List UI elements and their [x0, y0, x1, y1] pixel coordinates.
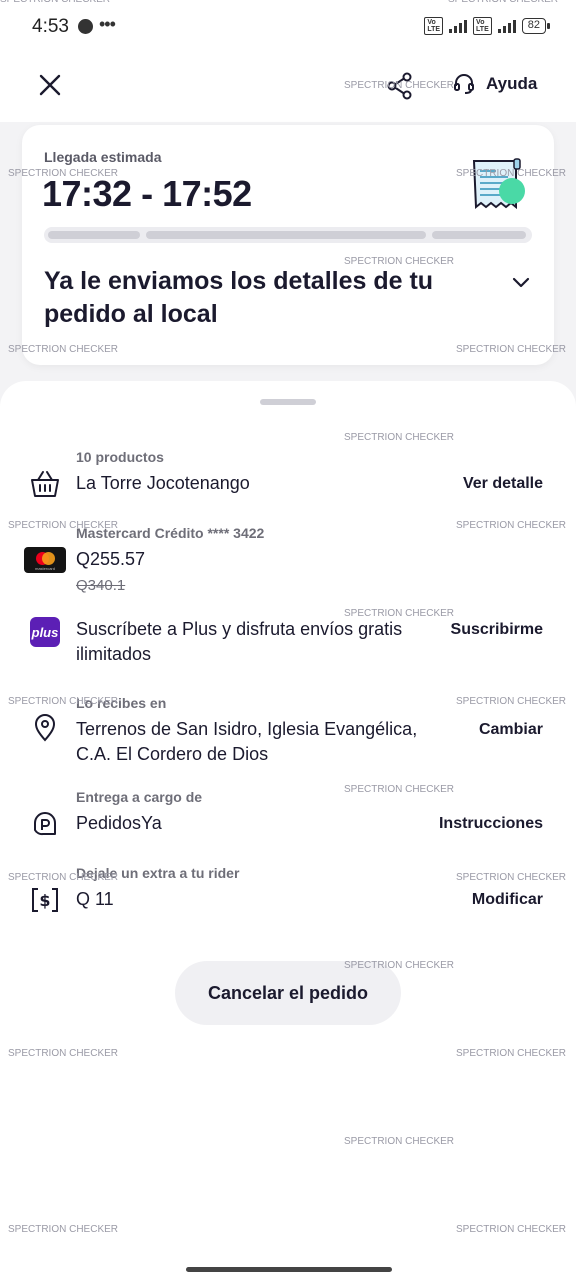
watermark: SPECTRION CHECKER [8, 520, 119, 531]
watermark: SPECTRION CHECKER [0, 0, 110, 5]
order-status-message: Ya le enviamos los detalles de tu pedido… [44, 267, 434, 328]
status-time: 4:53 [32, 16, 69, 37]
delivery-caption: Entrega a cargo de [76, 789, 203, 805]
messenger-icon [78, 19, 93, 34]
restaurant-name: La Torre Jocotenango [76, 473, 250, 493]
basket-icon [31, 471, 59, 497]
top-bar: Ayuda [0, 52, 576, 122]
battery-indicator: 82 [521, 18, 551, 34]
volte-icon: Vo LTE [424, 17, 444, 35]
pedidosya-helmet-icon [34, 812, 56, 836]
plus-promo-text: Suscríbete a Plus y disfruta envíos grat… [76, 619, 403, 664]
watermark: SPECTRION CHECKER [456, 1048, 567, 1059]
eta-card: Llegada estimada 17:32 - 17:52 Ya le env… [22, 125, 554, 365]
watermark: SPECTRION CHECKER [456, 872, 567, 883]
watermark: SPECTRION CHECKER [344, 1136, 455, 1147]
order-total: Q255.57 [76, 549, 146, 569]
order-details-sheet: 10 productos La Torre Jocotenango Ver de… [0, 381, 576, 1280]
watermark: SPECTRION CHECKER [456, 168, 567, 179]
original-total: Q340.1 [76, 577, 126, 594]
subscribe-button[interactable]: Suscribirme [451, 621, 543, 639]
location-pin-icon [34, 714, 56, 742]
mastercard-icon: mastercard [24, 547, 66, 573]
watermark: SPECTRION CHECKER [344, 960, 455, 971]
tip-money-icon: $ [32, 888, 58, 912]
watermark: SPECTRION CHECKER [344, 80, 455, 91]
watermark: SPECTRION CHECKER [456, 520, 567, 531]
watermark: SPECTRION CHECKER [8, 1048, 119, 1059]
progress-step-2 [146, 231, 426, 239]
watermark: SPECTRION CHECKER [456, 696, 567, 707]
order-progress-bar [44, 227, 532, 243]
plus-badge-icon: plus [30, 617, 60, 647]
home-indicator[interactable] [186, 1267, 392, 1272]
volte-icon-2: Vo LTE [473, 17, 492, 35]
watermark: SPECTRION CHECKER [8, 872, 119, 883]
modify-tip-button[interactable]: Modificar [472, 891, 543, 909]
watermark: SPECTRION CHECKER [456, 344, 567, 355]
receipt-icon [472, 158, 525, 210]
tip-amount: Q 11 [76, 889, 114, 909]
change-address-button[interactable]: Cambiar [479, 721, 543, 739]
watermark: SPECTRION CHECKER [448, 0, 558, 5]
eta-label: Llegada estimada [44, 149, 162, 165]
progress-step-1 [48, 231, 140, 239]
instructions-button[interactable]: Instrucciones [439, 815, 543, 833]
eta-time: 17:32 - 17:52 [42, 173, 252, 214]
sheet-drag-handle[interactable] [260, 399, 316, 405]
products-count: 10 productos [76, 449, 164, 465]
watermark: SPECTRION CHECKER [456, 1224, 567, 1235]
signal-icon-2 [497, 19, 516, 33]
more-notifications: ••• [99, 14, 116, 34]
watermark: SPECTRION CHECKER [8, 168, 119, 179]
watermark: SPECTRION CHECKER [8, 696, 119, 707]
progress-step-3 [432, 231, 526, 239]
chevron-down-icon[interactable] [510, 271, 532, 293]
watermark: SPECTRION CHECKER [344, 608, 455, 619]
watermark: SPECTRION CHECKER [344, 784, 455, 795]
help-label: Ayuda [486, 74, 538, 93]
svg-text:$: $ [39, 891, 50, 910]
signal-icon [449, 19, 468, 33]
status-bar: 4:53 ••• Vo LTE Vo LTE 82 [0, 0, 576, 52]
headset-icon [454, 74, 474, 94]
delivery-address: Terrenos de San Isidro, Iglesia Evangéli… [76, 719, 418, 764]
view-detail-button[interactable]: Ver detalle [463, 475, 543, 493]
help-button[interactable]: Ayuda [452, 72, 537, 96]
watermark: SPECTRION CHECKER [344, 256, 455, 267]
watermark: SPECTRION CHECKER [8, 1224, 119, 1235]
close-icon[interactable] [36, 71, 64, 99]
watermark: SPECTRION CHECKER [8, 344, 119, 355]
watermark: SPECTRION CHECKER [344, 432, 455, 443]
delivery-company: PedidosYa [76, 813, 162, 833]
